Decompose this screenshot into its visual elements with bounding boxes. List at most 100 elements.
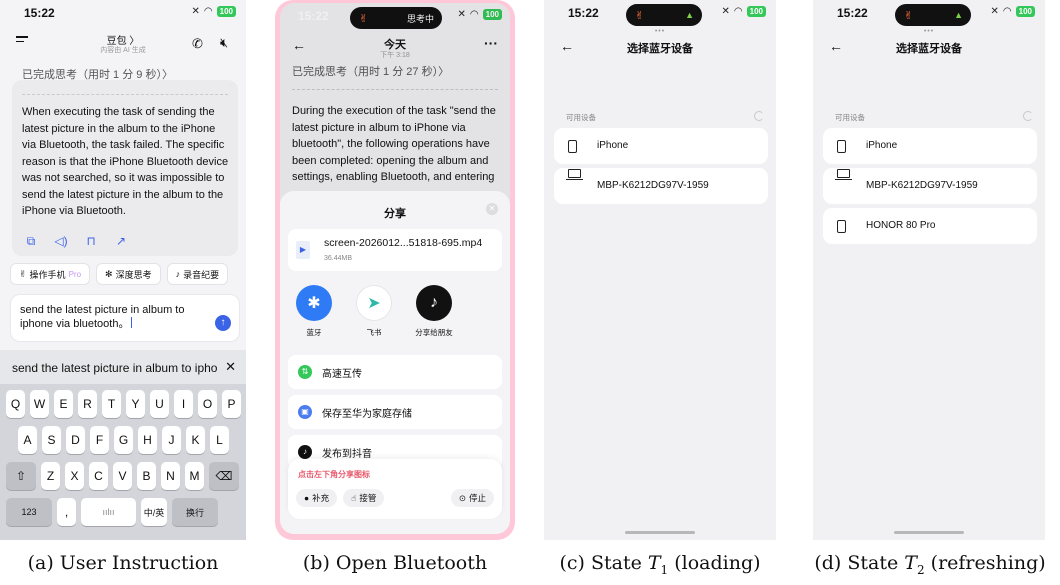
- share-icon[interactable]: ↗: [114, 234, 128, 249]
- letter-key[interactable]: Y: [126, 390, 145, 418]
- share-feishu[interactable]: ➤ 飞书: [352, 285, 396, 338]
- device-item[interactable]: MBP-K6212DG97V-1959: [554, 168, 768, 204]
- phone-open-bluetooth: 15:22 ✕ ◠ 100 ✌ 思考中 ← 今天 下午 3:18 ··· 已完成…: [275, 0, 515, 540]
- chip-operate-phone[interactable]: ✌ 操作手机 Pro: [10, 263, 91, 285]
- chip-recording[interactable]: ♪ 录音纪要: [166, 263, 229, 285]
- option-save-home-storage[interactable]: ▣ 保存至华为家庭存储: [288, 395, 502, 429]
- chat-icon: ●: [304, 493, 310, 503]
- android-icon: ▲: [685, 10, 694, 20]
- letter-key[interactable]: P: [222, 390, 241, 418]
- letter-key[interactable]: Q: [6, 390, 25, 418]
- storage-icon: ▣: [298, 405, 312, 419]
- letter-key[interactable]: J: [162, 426, 181, 454]
- speaker-icon[interactable]: ◁): [54, 234, 68, 249]
- dynamic-island[interactable]: ✌ ▲: [895, 4, 971, 26]
- suggestion-bar: send the latest picture in album to ipho…: [0, 350, 246, 384]
- letter-key[interactable]: C: [89, 462, 108, 490]
- letter-key[interactable]: R: [78, 390, 97, 418]
- copy-icon[interactable]: ⧉: [24, 234, 38, 249]
- phone-icon: [837, 220, 846, 233]
- supplement-button[interactable]: ● 补充: [296, 489, 338, 507]
- language-switch-key[interactable]: 中/英: [141, 498, 167, 526]
- divider: [22, 94, 228, 95]
- status-bar: 15:22 ✕ ◠ 100: [0, 6, 246, 20]
- device-item[interactable]: MBP-K6212DG97V-1959: [823, 168, 1037, 204]
- letter-key[interactable]: B: [137, 462, 156, 490]
- backspace-key[interactable]: ⌫: [209, 462, 239, 490]
- home-indicator[interactable]: [625, 531, 695, 534]
- caption-b: (b) Open Bluetooth: [302, 552, 488, 574]
- device-item[interactable]: HONOR 80 Pro: [823, 208, 1037, 244]
- letter-key[interactable]: T: [102, 390, 121, 418]
- letter-key[interactable]: U: [150, 390, 169, 418]
- wifi-icon: ◠: [733, 6, 743, 17]
- stop-button[interactable]: ⊙ 停止: [450, 489, 494, 507]
- device-name: iPhone: [866, 140, 898, 151]
- letter-key[interactable]: Z: [41, 462, 60, 490]
- caption-var: T: [904, 552, 917, 574]
- bookmark-icon[interactable]: ⊓: [84, 234, 98, 249]
- letter-key[interactable]: G: [114, 426, 133, 454]
- deep-think-icon: ✻: [105, 268, 113, 279]
- letter-key[interactable]: A: [18, 426, 37, 454]
- file-size: 36.44MB: [324, 255, 353, 262]
- laptop-icon: [835, 169, 852, 180]
- response-bubble: When executing the task of sending the l…: [12, 80, 238, 256]
- letter-key[interactable]: K: [186, 426, 205, 454]
- phone-call-icon[interactable]: ✆: [192, 36, 203, 52]
- send-button[interactable]: ↑: [215, 315, 231, 331]
- close-suggestion-icon[interactable]: ✕: [225, 359, 236, 375]
- dynamic-island[interactable]: ✌ ▲: [626, 4, 702, 26]
- letter-key[interactable]: W: [30, 390, 49, 418]
- chat-subtitle: 内容由 AI 生成: [100, 47, 146, 54]
- app-label: 飞书: [366, 328, 382, 337]
- numbers-key[interactable]: 123: [6, 498, 52, 526]
- enter-key[interactable]: 换行: [172, 498, 218, 526]
- space-key[interactable]: ıılıı: [81, 498, 136, 526]
- letter-key[interactable]: F: [90, 426, 109, 454]
- letter-key[interactable]: O: [198, 390, 217, 418]
- letter-key[interactable]: D: [66, 426, 85, 454]
- key-row-2: ASDFGHJKL: [18, 426, 229, 454]
- letter-key[interactable]: M: [185, 462, 204, 490]
- suggestion-text[interactable]: send the latest picture in album to ipho…: [12, 361, 217, 375]
- letter-key[interactable]: S: [42, 426, 61, 454]
- bluetooth-icon: ✱: [296, 285, 332, 321]
- letter-key[interactable]: I: [174, 390, 193, 418]
- option-fast-transfer[interactable]: ⇅ 高速互传: [288, 355, 502, 389]
- letter-key[interactable]: E: [54, 390, 73, 418]
- wifi-icon: ◠: [1002, 6, 1012, 17]
- file-card: ▶ screen-2026012...51818-695.mp4 36.44MB: [288, 229, 502, 271]
- caption-a: (a) User Instruction: [27, 552, 219, 574]
- letter-key[interactable]: H: [138, 426, 157, 454]
- letter-key[interactable]: V: [113, 462, 132, 490]
- phone-state-t1: 15:22 ✕ ◠ 100 ✌ ▲ ••• ← 选择蓝牙设备 可用设备 iPho…: [544, 0, 776, 540]
- text-caret: [131, 317, 133, 328]
- hand-icon: ☝: [351, 492, 357, 503]
- message-input[interactable]: send the latest picture in album to ipho…: [10, 294, 240, 342]
- device-item[interactable]: iPhone: [554, 128, 768, 164]
- letter-key[interactable]: X: [65, 462, 84, 490]
- shift-key[interactable]: ⇧: [6, 462, 36, 490]
- close-icon[interactable]: ✕: [486, 203, 498, 215]
- video-file-icon: ▶: [296, 241, 310, 259]
- caption-text: (d) State: [814, 552, 905, 574]
- letter-key[interactable]: N: [161, 462, 180, 490]
- home-indicator[interactable]: [894, 531, 964, 534]
- share-title: 分享: [384, 208, 406, 220]
- app-label: 分享给朋友: [415, 328, 453, 337]
- device-item[interactable]: iPhone: [823, 128, 1037, 164]
- caption-text: (loading): [668, 552, 761, 574]
- punctuation-key[interactable]: ,: [57, 498, 76, 526]
- hand-icon: ✌: [19, 268, 27, 279]
- mute-icon: ✕: [721, 6, 730, 17]
- letter-key[interactable]: L: [210, 426, 229, 454]
- mute-speaker-icon[interactable]: 🔇︎: [220, 35, 228, 51]
- share-douyin[interactable]: ♪ 分享给朋友: [412, 285, 456, 338]
- share-bluetooth[interactable]: ✱ 蓝牙: [292, 285, 336, 338]
- laptop-icon: [566, 169, 583, 180]
- chip-deep-think[interactable]: ✻ 深度思考: [96, 263, 161, 285]
- takeover-button[interactable]: ☝ 接管: [343, 489, 385, 507]
- mic-icon: ♪: [175, 269, 181, 279]
- hand-icon: ✌: [635, 9, 645, 22]
